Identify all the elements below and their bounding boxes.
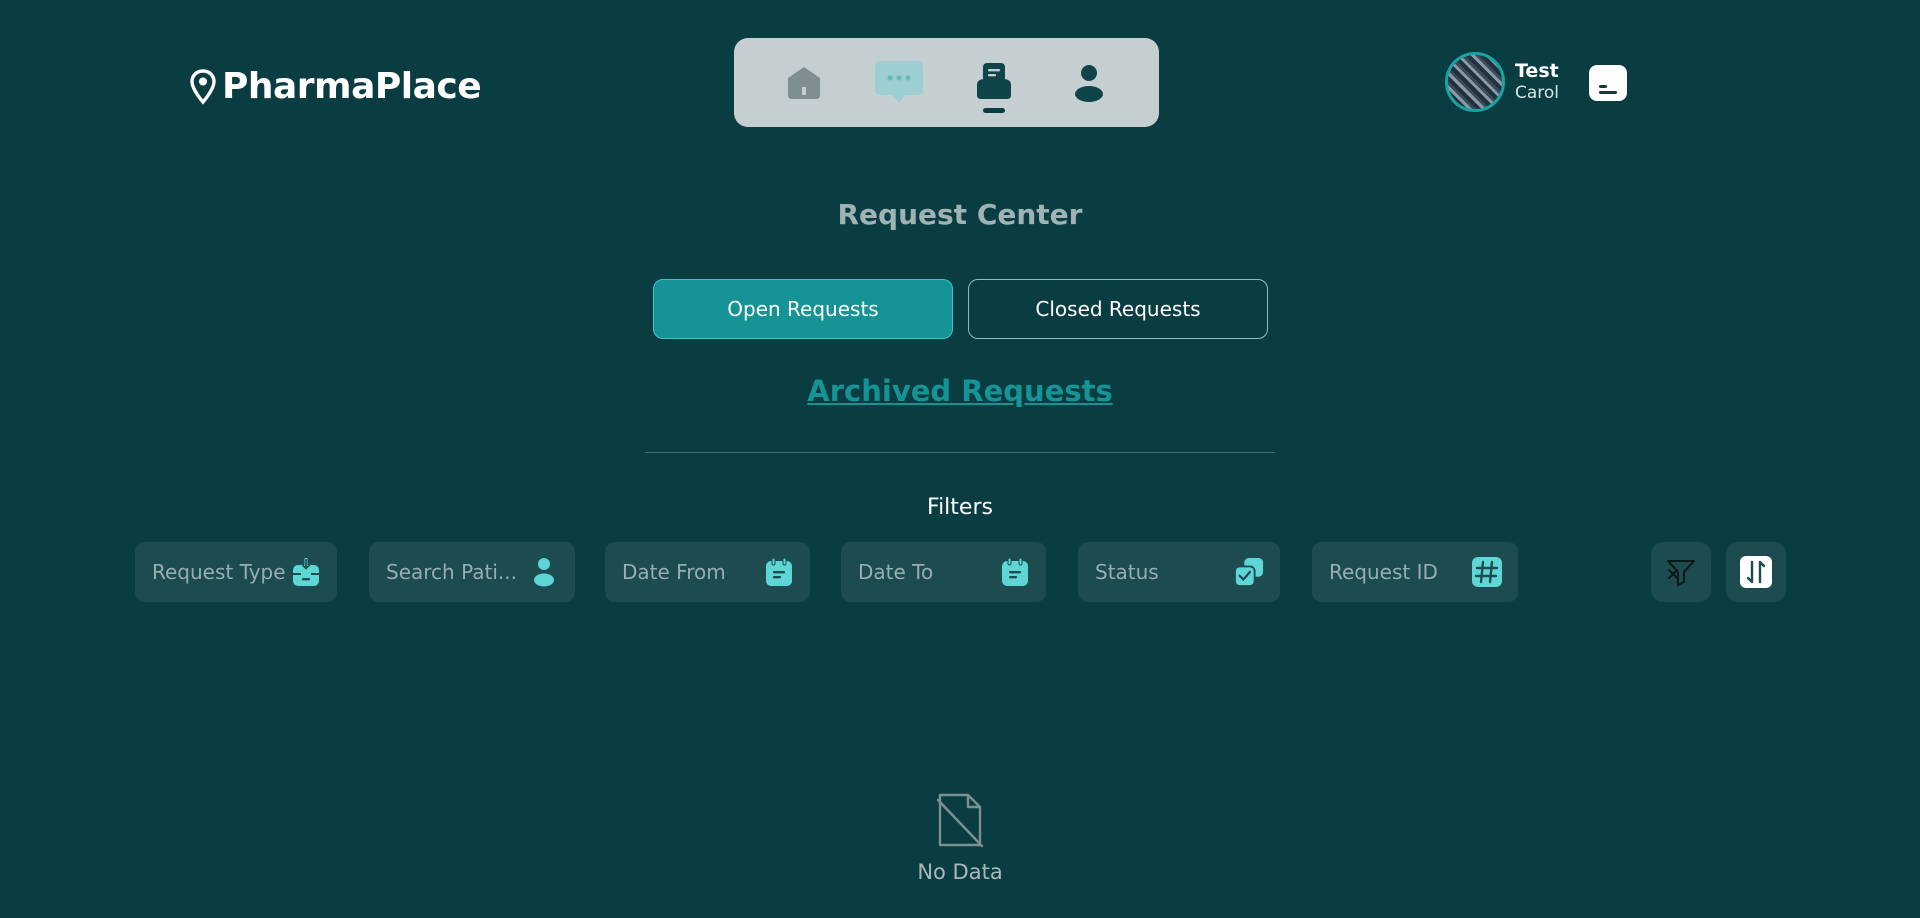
divider [645,452,1275,453]
nav-item-profile[interactable] [1061,53,1117,113]
calendar-icon [764,557,794,587]
request-id-input[interactable]: Request ID [1312,542,1518,602]
open-requests-button[interactable]: Open Requests [653,279,953,339]
date-from-placeholder: Date From [622,560,726,584]
archived-requests-link[interactable]: Archived Requests [0,374,1920,408]
date-to-placeholder: Date To [858,560,934,584]
request-type-filter[interactable]: Request Type [135,542,337,602]
empty-state-text: No Data [917,860,1003,884]
calendar-icon [1000,557,1030,587]
request-center-page: PharmaPlace Test Carol Request Center Op… [0,0,1920,918]
filter-clear-icon [1667,560,1695,586]
date-from-input[interactable]: Date From [605,542,810,602]
date-to-input[interactable]: Date To [841,542,1046,602]
nav-item-messages[interactable] [871,53,927,113]
empty-state: No Data [0,792,1920,884]
user-profile[interactable]: Test Carol [1445,52,1559,112]
user-last-name: Carol [1515,83,1560,104]
page-title: Request Center [837,198,1083,231]
main-nav [734,38,1159,127]
clear-filters-button[interactable] [1651,542,1711,602]
menu-icon-line [1599,91,1617,94]
home-icon [787,66,820,99]
avatar[interactable] [1445,52,1505,112]
menu-icon [1599,85,1607,88]
sort-icon [1740,556,1772,588]
inbox-tray-icon [291,557,321,587]
hash-icon [1472,557,1502,587]
brand-logo[interactable]: PharmaPlace [190,66,482,107]
closed-requests-button[interactable]: Closed Requests [968,279,1268,339]
brand-name: PharmaPlace [222,66,482,107]
sort-button[interactable] [1726,542,1786,602]
person-icon [529,557,559,587]
status-check-icon [1234,557,1264,587]
user-first-name: Test [1515,59,1559,82]
menu-button[interactable] [1589,65,1627,101]
request-type-placeholder: Request Type [152,560,286,584]
status-select[interactable]: Status [1078,542,1280,602]
nav-active-indicator [983,107,1006,113]
patient-search-placeholder: Search Pati... [386,560,517,584]
user-names: Test Carol [1515,60,1559,105]
request-id-placeholder: Request ID [1329,560,1438,584]
empty-document-icon [936,793,984,848]
filters-label: Filters [927,495,993,520]
location-pin-icon [190,68,216,105]
nav-item-requests[interactable] [966,53,1022,113]
chat-bubble-icon [874,60,923,103]
nav-item-home[interactable] [776,53,832,113]
status-placeholder: Status [1095,560,1159,584]
person-icon [1075,64,1104,102]
request-badge-icon [977,62,1012,99]
patient-search-input[interactable]: Search Pati... [369,542,575,602]
